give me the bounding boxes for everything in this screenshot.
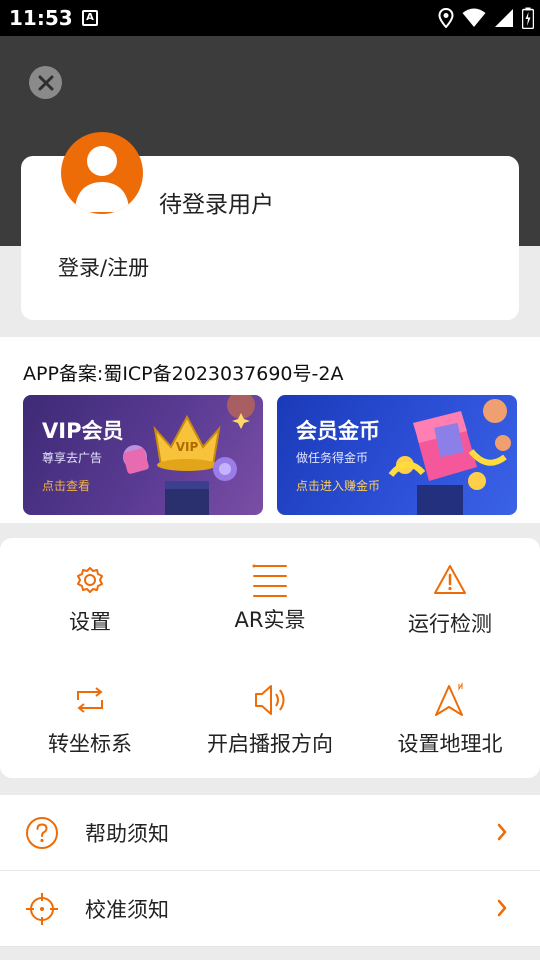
coin-banner-subtitle: 做任务得金币 bbox=[296, 451, 369, 465]
grid-label: 运行检测 bbox=[408, 612, 492, 636]
notification-icon: A bbox=[82, 10, 98, 26]
crosshair-icon bbox=[26, 893, 58, 925]
battery-icon bbox=[522, 7, 534, 29]
status-bar: 11:53 A bbox=[0, 0, 540, 36]
rotate-arrows-icon bbox=[77, 687, 103, 713]
speaker-icon bbox=[255, 685, 285, 715]
grid-item-announce-direction[interactable]: 开启播报方向 bbox=[180, 674, 360, 784]
crown-icon: VIP bbox=[123, 395, 255, 515]
coin-banner[interactable]: 会员金币 做任务得金币 点击进入赚金币 bbox=[277, 395, 517, 515]
icp-filing-text: APP备案:蜀ICP备2023037690号-2A bbox=[23, 363, 344, 385]
warning-icon bbox=[434, 565, 466, 594]
grid-item-run-check[interactable]: 运行检测 bbox=[360, 554, 540, 664]
avatar[interactable] bbox=[61, 132, 143, 214]
grid-label: 开启播报方向 bbox=[207, 732, 333, 756]
user-avatar-icon bbox=[75, 146, 129, 212]
cellular-signal-icon bbox=[495, 9, 513, 27]
close-button[interactable] bbox=[29, 66, 62, 99]
menu-list: 帮助须知 校准须知 bbox=[0, 795, 540, 947]
chevron-right-icon bbox=[497, 823, 507, 841]
status-icons bbox=[438, 6, 534, 30]
vip-banner[interactable]: VIP VIP会员 尊享去广告 点击查看 bbox=[23, 395, 263, 515]
list-lines-icon bbox=[252, 564, 287, 597]
user-name: 待登录用户 bbox=[159, 192, 274, 218]
grid-label: 设置地理北 bbox=[397, 732, 503, 756]
grid-label: AR实景 bbox=[234, 608, 306, 632]
wifi-icon bbox=[462, 8, 486, 27]
north-arrow-icon bbox=[435, 682, 463, 716]
gift-box-icon bbox=[388, 399, 511, 515]
vip-banner-subtitle: 尊享去广告 bbox=[42, 451, 103, 465]
help-icon bbox=[26, 817, 58, 849]
status-time: 11:53 bbox=[9, 6, 73, 30]
grid-label: 设置 bbox=[69, 610, 111, 634]
crown-vip-text: VIP bbox=[176, 440, 199, 454]
gear-icon bbox=[77, 567, 103, 593]
coin-banner-title: 会员金币 bbox=[296, 419, 380, 443]
grid-item-coordinate[interactable]: 转坐标系 bbox=[0, 674, 180, 784]
grid-label: 转坐标系 bbox=[48, 732, 132, 756]
list-item-help[interactable]: 帮助须知 bbox=[0, 795, 540, 871]
chevron-right-icon bbox=[497, 899, 507, 917]
feature-grid: 设置 AR实景 运行检测 转坐标系 开启播报方向 设置地理北 bbox=[0, 538, 540, 778]
vip-banner-cta: 点击查看 bbox=[42, 479, 91, 493]
login-register-link[interactable]: 登录/注册 bbox=[58, 252, 149, 282]
grid-item-settings[interactable]: 设置 bbox=[0, 554, 180, 664]
vip-banner-title: VIP会员 bbox=[42, 419, 124, 443]
list-item-label: 帮助须知 bbox=[85, 822, 169, 846]
location-icon bbox=[438, 8, 454, 28]
grid-item-ar[interactable]: AR实景 bbox=[180, 554, 360, 664]
list-item-calibration[interactable]: 校准须知 bbox=[0, 871, 540, 947]
grid-item-geo-north[interactable]: 设置地理北 bbox=[360, 674, 540, 784]
close-icon bbox=[38, 75, 53, 90]
list-item-label: 校准须知 bbox=[85, 898, 169, 922]
coin-banner-cta: 点击进入赚金币 bbox=[296, 479, 381, 493]
